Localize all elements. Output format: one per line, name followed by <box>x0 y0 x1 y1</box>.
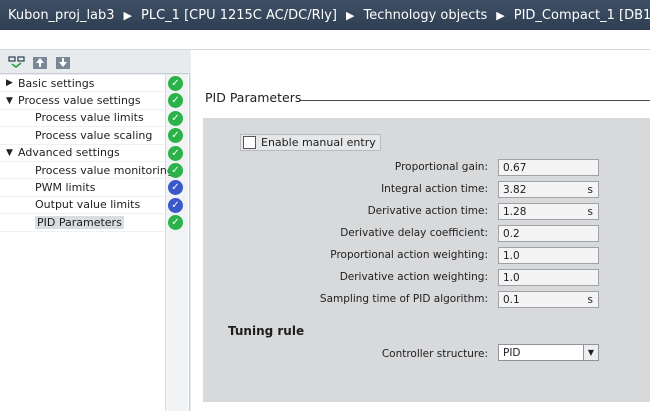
settings-navigation: ▶ Basic settings ▼ Process value setting… <box>0 75 190 411</box>
pid-parameters-pane: PID Parameters Enable manual entry Propo… <box>191 50 650 411</box>
sampling-time-label: Sampling time of PID algorithm: <box>319 293 488 305</box>
field-unit: s <box>587 205 593 218</box>
breadcrumb-separator-icon: ▶ <box>123 8 133 22</box>
derivative-action-time-field[interactable]: 1.28 s <box>498 203 599 220</box>
controller-structure-select[interactable]: PID ▼ <box>498 344 599 361</box>
breadcrumb-project[interactable]: Kubon_proj_lab3 <box>8 8 115 23</box>
proportional-action-weighting-field[interactable]: 1.0 <box>498 247 599 264</box>
section-title: PID Parameters <box>205 90 302 105</box>
derivative-action-weighting-field[interactable]: 1.0 <box>498 269 599 286</box>
parameters-panel: Enable manual entry Proportional gain: 0… <box>203 118 650 402</box>
nav-item-process-value-limits[interactable]: Process value limits <box>0 110 189 128</box>
tuning-rule-heading: Tuning rule <box>228 324 305 338</box>
breadcrumb-pid-compact[interactable]: PID_Compact_1 [DB1] <box>514 8 650 23</box>
integral-action-time-label: Integral action time: <box>381 183 488 195</box>
field-unit: s <box>587 293 593 306</box>
nav-item-label: PWM limits <box>35 181 96 195</box>
nav-item-label: Process value scaling <box>35 128 153 142</box>
derivative-action-weighting-label: Derivative action weighting: <box>339 271 488 283</box>
breadcrumb-plc[interactable]: PLC_1 [CPU 1215C AC/DC/Rly] <box>141 8 337 23</box>
nav-item-basic-settings[interactable]: ▶ Basic settings <box>0 75 189 93</box>
view-toggle-icon[interactable] <box>8 53 25 70</box>
status-ok-icon: ✓ <box>168 145 183 161</box>
proportional-action-weighting-label: Proportional action weighting: <box>330 249 488 261</box>
nav-item-label: PID Parameters <box>35 215 124 229</box>
nav-item-label: Output value limits <box>35 198 141 212</box>
nav-item-process-value-monitoring[interactable]: Process value monitoring <box>0 162 189 180</box>
field-value: 0.67 <box>503 161 527 174</box>
enable-manual-entry-checkbox-group[interactable]: Enable manual entry <box>240 134 381 151</box>
nav-item-label: Process value limits <box>35 111 144 125</box>
nav-item-label: Process value settings <box>18 94 141 108</box>
controller-structure-label: Controller structure: <box>381 348 488 360</box>
sampling-time-field[interactable]: 0.1 s <box>498 291 599 308</box>
expand-arrow-icon[interactable]: ▶ <box>6 78 16 88</box>
enable-manual-entry-checkbox[interactable] <box>243 136 256 149</box>
derivative-delay-coefficient-label: Derivative delay coefficient: <box>340 227 488 239</box>
breadcrumb-separator-icon: ▶ <box>496 8 505 22</box>
nav-item-label: Process value monitoring <box>35 163 174 177</box>
section-divider <box>299 100 650 101</box>
dropdown-arrow-icon[interactable]: ▼ <box>583 345 598 360</box>
nav-item-label: Advanced settings <box>18 146 120 160</box>
breadcrumb-separator-icon: ▶ <box>346 8 355 22</box>
nav-item-label: Basic settings <box>18 76 95 90</box>
upload-icon[interactable] <box>31 53 48 70</box>
status-ok-icon: ✓ <box>168 163 183 178</box>
nav-item-advanced-settings[interactable]: ▼ Advanced settings <box>0 145 189 162</box>
nav-item-pid-parameters[interactable]: PID Parameters <box>0 214 189 232</box>
field-value: 1.0 <box>503 271 520 284</box>
header-spacer <box>0 30 650 50</box>
breadcrumb-technology-objects[interactable]: Technology objects <box>363 8 487 23</box>
nav-item-process-value-settings[interactable]: ▼ Process value settings <box>0 92 189 110</box>
field-value: 3.82 <box>503 183 527 196</box>
field-unit: s <box>587 183 593 196</box>
download-icon[interactable] <box>54 53 71 70</box>
derivative-action-time-label: Derivative action time: <box>367 205 488 217</box>
nav-item-output-value-limits[interactable]: Output value limits <box>0 197 189 215</box>
nav-item-process-value-scaling[interactable]: Process value scaling <box>0 127 189 145</box>
status-info-icon: ✓ <box>168 197 183 213</box>
select-value: PID <box>503 346 521 359</box>
breadcrumb: Kubon_proj_lab3 ▶ PLC_1 [CPU 1215C AC/DC… <box>0 0 650 30</box>
integral-action-time-field[interactable]: 3.82 s <box>498 181 599 198</box>
field-value: 1.0 <box>503 249 520 262</box>
field-value: 0.2 <box>503 227 520 240</box>
derivative-delay-coefficient-field[interactable]: 0.2 <box>498 225 599 242</box>
enable-manual-entry-label: Enable manual entry <box>261 136 376 149</box>
nav-item-pwm-limits[interactable]: PWM limits <box>0 179 189 197</box>
field-value: 0.1 <box>503 293 520 306</box>
proportional-gain-label: Proportional gain: <box>394 161 488 173</box>
collapse-arrow-icon[interactable]: ▼ <box>6 148 16 158</box>
collapse-arrow-icon[interactable]: ▼ <box>6 96 16 106</box>
field-value: 1.28 <box>503 205 527 218</box>
status-ok-icon: ✓ <box>168 110 183 126</box>
status-ok-icon: ✓ <box>168 76 183 91</box>
proportional-gain-field[interactable]: 0.67 <box>498 159 599 176</box>
toolbar <box>0 50 190 74</box>
